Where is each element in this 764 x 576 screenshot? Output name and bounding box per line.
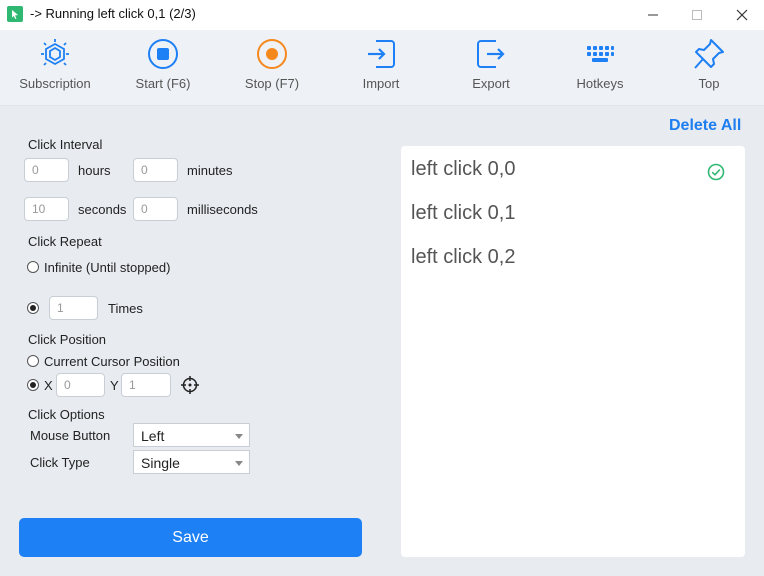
- x-label: X: [44, 378, 53, 393]
- hotkeys-button[interactable]: Hotkeys: [545, 30, 655, 106]
- milliseconds-input[interactable]: 0: [133, 197, 178, 221]
- maximize-button[interactable]: [674, 0, 719, 30]
- click-options-title: Click Options: [28, 407, 105, 422]
- close-button[interactable]: [719, 0, 764, 30]
- times-label: Times: [108, 301, 143, 316]
- y-input[interactable]: 1: [121, 373, 171, 397]
- export-icon: [477, 40, 505, 68]
- list-item-text: left click 0,1: [411, 202, 516, 224]
- start-button[interactable]: Start (F6): [108, 30, 218, 106]
- stop-icon: [257, 39, 287, 69]
- mouse-button-select[interactable]: Left: [133, 423, 250, 447]
- hours-input[interactable]: 0: [24, 158, 69, 182]
- save-button[interactable]: Save: [19, 518, 362, 557]
- title-bar: -> Running left click 0,1 (2/3): [0, 0, 764, 30]
- click-interval-title: Click Interval: [28, 137, 103, 152]
- subscription-label: Subscription: [19, 76, 91, 91]
- times-radio[interactable]: [27, 302, 39, 314]
- app-logo-icon: [7, 6, 23, 22]
- click-repeat-title: Click Repeat: [28, 234, 102, 249]
- list-item[interactable]: left click 0,0: [411, 158, 735, 188]
- toolbar: Subscription Start (F6) Stop (F7) Import…: [0, 30, 764, 106]
- cursor-position-radio[interactable]: [27, 355, 39, 367]
- click-type-label: Click Type: [30, 455, 90, 470]
- minutes-label: minutes: [187, 163, 233, 178]
- click-type-value: Single: [141, 455, 180, 471]
- hours-label: hours: [78, 163, 111, 178]
- top-label: Top: [698, 76, 720, 91]
- list-item[interactable]: left click 0,2: [411, 246, 735, 276]
- milliseconds-label: milliseconds: [187, 202, 258, 217]
- close-icon: [736, 9, 747, 21]
- hotkeys-label: Hotkeys: [576, 76, 624, 91]
- start-label: Start (F6): [135, 76, 191, 91]
- mouse-button-label: Mouse Button: [30, 428, 111, 443]
- infinite-label: Infinite (Until stopped): [44, 260, 171, 275]
- chevron-down-icon: [235, 434, 243, 439]
- xy-position-radio[interactable]: [27, 379, 39, 391]
- check-circle-icon: [707, 163, 725, 181]
- gem-icon: [41, 39, 69, 66]
- start-icon: [148, 39, 178, 69]
- seconds-label: seconds: [78, 202, 127, 217]
- window-title: -> Running left click 0,1 (2/3): [30, 6, 196, 21]
- import-icon: [368, 40, 395, 68]
- export-label: Export: [472, 76, 510, 91]
- stop-button[interactable]: Stop (F7): [217, 30, 327, 106]
- top-button[interactable]: Top: [654, 30, 764, 106]
- times-input[interactable]: 1: [49, 296, 98, 320]
- mouse-button-value: Left: [141, 428, 165, 444]
- list-item-text: left click 0,2: [411, 246, 516, 268]
- list-item-text: left click 0,0: [411, 158, 516, 180]
- keyboard-icon: [587, 46, 614, 62]
- main-area: Click Interval 0 hours 0 minutes 10 seco…: [0, 106, 764, 576]
- click-type-select[interactable]: Single: [133, 450, 250, 474]
- import-label: Import: [362, 76, 400, 91]
- pin-icon: [694, 39, 724, 69]
- y-label: Y: [110, 378, 119, 393]
- minutes-input[interactable]: 0: [133, 158, 178, 182]
- subscription-button[interactable]: Subscription: [0, 30, 110, 106]
- seconds-input[interactable]: 10: [24, 197, 69, 221]
- chevron-down-icon: [235, 461, 243, 466]
- minimize-button[interactable]: [630, 0, 675, 30]
- action-list: left click 0,0 left click 0,1 left click…: [401, 146, 745, 557]
- maximize-icon: [691, 10, 702, 20]
- click-position-title: Click Position: [28, 332, 107, 347]
- cursor-position-label: Current Cursor Position: [44, 354, 180, 369]
- crosshair-icon[interactable]: [180, 375, 200, 395]
- delete-all-button[interactable]: Delete All: [669, 117, 741, 135]
- export-button[interactable]: Export: [436, 30, 546, 106]
- stop-label: Stop (F7): [244, 76, 300, 91]
- x-input[interactable]: 0: [56, 373, 105, 397]
- import-button[interactable]: Import: [326, 30, 436, 106]
- minimize-icon: [647, 14, 658, 16]
- list-item[interactable]: left click 0,1: [411, 202, 735, 232]
- infinite-radio[interactable]: [27, 261, 39, 273]
